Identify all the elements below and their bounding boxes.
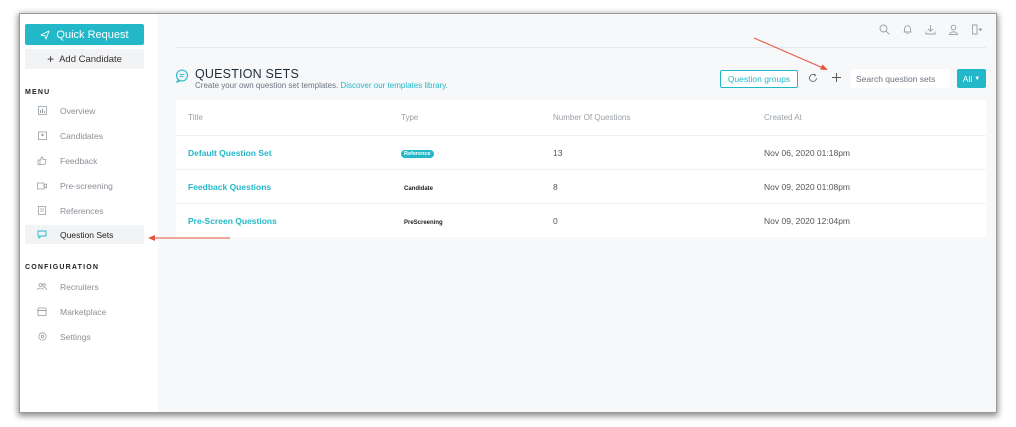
subtitle-text: Create your own question set templates. — [195, 81, 339, 90]
search-icon[interactable] — [879, 24, 890, 35]
table-header: Title Type Number Of Questions Created A… — [176, 100, 986, 135]
column-header-title: Title — [188, 113, 203, 122]
search-input[interactable] — [851, 69, 950, 88]
sidebar-item-label: Overview — [60, 105, 96, 116]
video-icon — [37, 181, 47, 191]
refresh-icon[interactable] — [808, 73, 818, 83]
page-title: QUESTION SETS — [195, 67, 300, 81]
filter-label: All — [962, 73, 973, 84]
sidebar-item-candidates[interactable]: Candidates — [25, 126, 144, 145]
sidebar: Quick Request + Add Candidate MENU Overv… — [20, 14, 158, 412]
topbar-actions — [879, 24, 982, 35]
header-divider — [176, 47, 986, 48]
type-badge: Reference — [401, 150, 434, 158]
sidebar-item-label: Pre-screening — [60, 180, 113, 191]
created-at: Nov 09, 2020 01:08pm — [764, 181, 851, 192]
table-row[interactable]: Feedback Questions Candidate 8 Nov 09, 2… — [176, 169, 986, 203]
table-row[interactable]: Default Question Set Reference 13 Nov 06… — [176, 135, 986, 169]
paper-plane-icon — [40, 30, 50, 39]
overview-icon — [37, 106, 47, 116]
sidebar-item-pre-screening[interactable]: Pre-screening — [25, 176, 144, 195]
sidebar-item-question-sets[interactable]: Question Sets — [25, 225, 144, 244]
download-icon[interactable] — [925, 24, 936, 35]
candidates-icon — [37, 131, 47, 141]
question-sets-table: Title Type Number Of Questions Created A… — [176, 100, 986, 237]
page-subtitle: Create your own question set templates. … — [195, 81, 448, 90]
bell-icon[interactable] — [902, 24, 913, 35]
type-label: PreScreening — [404, 219, 443, 226]
chat-icon — [37, 230, 47, 240]
question-count: 8 — [553, 181, 558, 192]
add-candidate-label: Add Candidate — [59, 53, 122, 65]
column-header-type: Type — [401, 113, 419, 122]
add-candidate-button[interactable]: + Add Candidate — [25, 49, 144, 69]
sidebar-item-recruiters[interactable]: Recruiters — [25, 277, 144, 296]
question-count: 0 — [553, 215, 558, 226]
logout-icon[interactable] — [971, 24, 982, 35]
quick-request-label: Quick Request — [56, 28, 129, 41]
created-at: Nov 06, 2020 01:18pm — [764, 147, 851, 158]
sidebar-item-label: Feedback — [60, 155, 98, 166]
sidebar-item-feedback[interactable]: Feedback — [25, 151, 144, 170]
question-set-title-link[interactable]: Feedback Questions — [188, 182, 271, 192]
sidebar-item-references[interactable]: References — [25, 201, 144, 220]
sidebar-item-label: References — [60, 205, 104, 216]
sidebar-item-label: Candidates — [60, 130, 104, 141]
quick-request-button[interactable]: Quick Request — [25, 24, 144, 45]
caret-down-icon: ▼ — [974, 75, 981, 82]
sidebar-item-label: Settings — [60, 331, 91, 342]
question-set-title-link[interactable]: Default Question Set — [188, 148, 272, 158]
question-groups-button[interactable]: Question groups — [720, 70, 798, 88]
sidebar-item-settings[interactable]: Settings — [25, 327, 144, 346]
sidebar-item-label: Question Sets — [60, 229, 114, 240]
question-count: 13 — [553, 147, 563, 158]
thumbs-up-icon — [37, 156, 47, 166]
add-question-set-icon[interactable] — [831, 72, 842, 83]
configuration-section-title: CONFIGURATION — [25, 264, 100, 271]
sidebar-item-label: Recruiters — [60, 281, 99, 292]
column-header-count: Number Of Questions — [553, 113, 631, 122]
filter-dropdown[interactable]: All ▼ — [957, 69, 986, 88]
column-header-created: Created At — [764, 113, 802, 122]
templates-library-link[interactable]: Discover our templates library. — [340, 81, 447, 90]
user-icon[interactable] — [948, 24, 959, 35]
table-row[interactable]: Pre-Screen Questions PreScreening 0 Nov … — [176, 203, 986, 237]
references-icon — [37, 206, 47, 216]
settings-icon — [37, 332, 47, 342]
marketplace-icon — [37, 307, 47, 317]
sidebar-item-overview[interactable]: Overview — [25, 101, 144, 120]
type-label: Candidate — [404, 185, 434, 192]
users-icon — [37, 282, 47, 292]
question-set-title-link[interactable]: Pre-Screen Questions — [188, 216, 277, 226]
chat-icon — [175, 69, 189, 83]
sidebar-item-label: Marketplace — [60, 306, 107, 317]
plus-icon: + — [47, 52, 55, 66]
created-at: Nov 09, 2020 12:04pm — [764, 215, 851, 226]
menu-section-title: MENU — [25, 89, 51, 96]
sidebar-item-marketplace[interactable]: Marketplace — [25, 302, 144, 321]
app-window: Quick Request + Add Candidate MENU Overv… — [20, 14, 996, 412]
